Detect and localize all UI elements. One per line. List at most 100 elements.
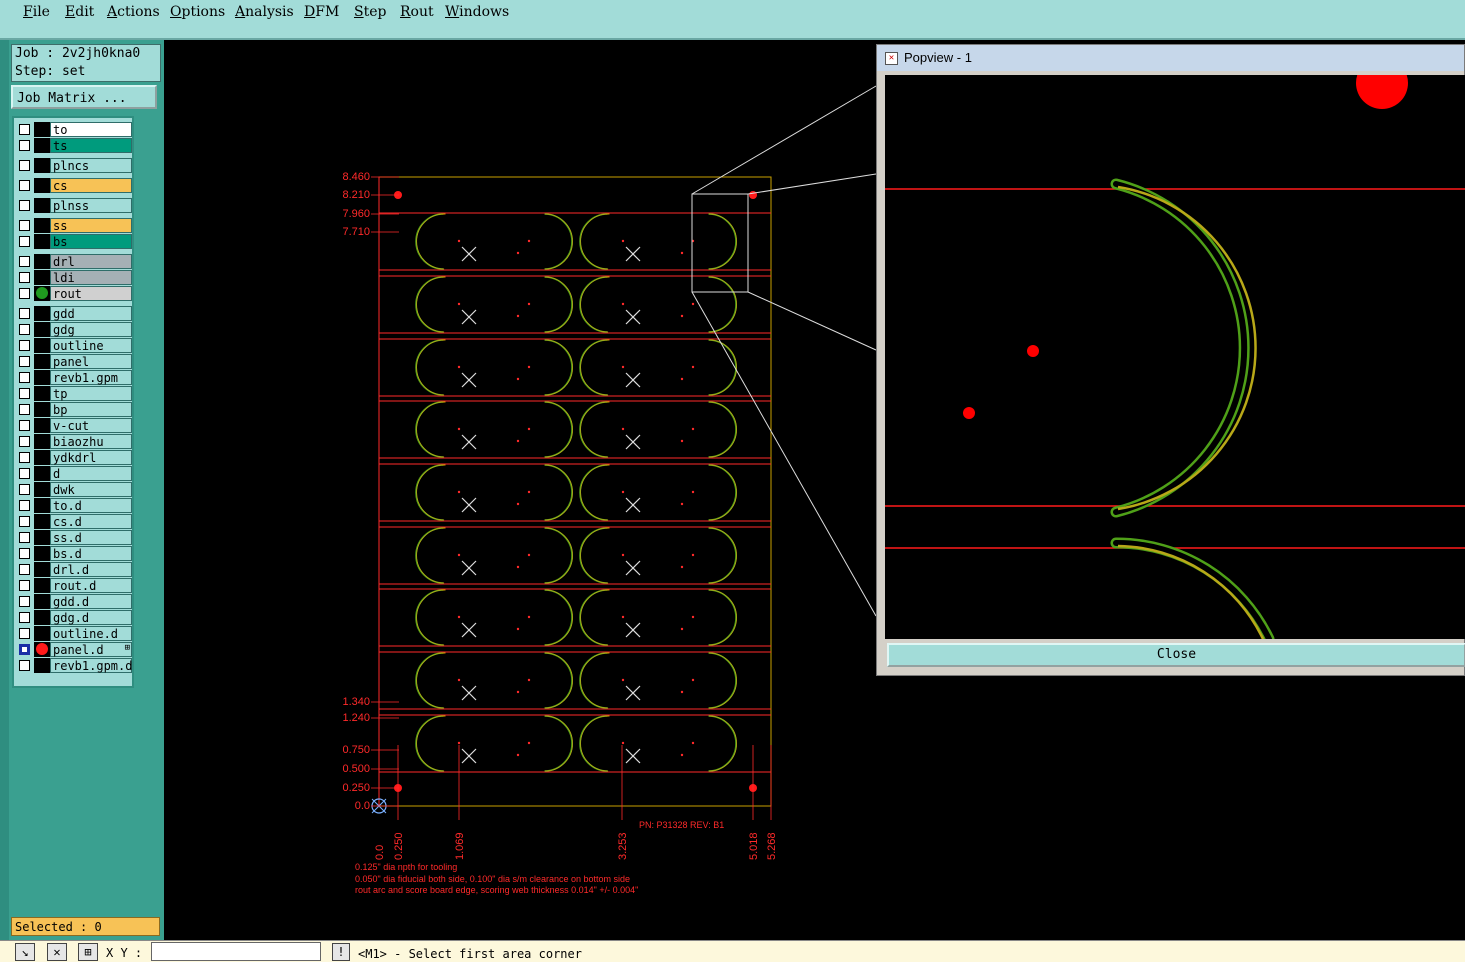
layer-checkbox[interactable] xyxy=(19,420,30,431)
layer-name[interactable]: to xyxy=(50,122,132,137)
layer-color-swatch[interactable] xyxy=(34,286,50,301)
layer-row-revb1-gpm-d[interactable]: revb1.gpm.d xyxy=(16,658,132,673)
layer-name[interactable]: revb1.gpm xyxy=(50,370,132,385)
layer-checkbox[interactable] xyxy=(19,580,30,591)
layer-row-to[interactable]: to xyxy=(16,122,132,137)
layer-row-ts[interactable]: ts xyxy=(16,138,132,153)
layer-color-swatch[interactable] xyxy=(34,254,50,269)
layer-name[interactable]: gdd.d xyxy=(50,594,132,609)
layer-row-d[interactable]: d xyxy=(16,466,132,481)
layer-row-outline[interactable]: outline xyxy=(16,338,132,353)
layer-row-bs-d[interactable]: bs.d xyxy=(16,546,132,561)
menu-step[interactable]: Step xyxy=(354,4,386,20)
select-arrow-icon[interactable]: ↘ xyxy=(15,943,35,961)
layer-name[interactable]: tp xyxy=(50,386,132,401)
layer-color-swatch[interactable] xyxy=(34,626,50,641)
layer-color-swatch[interactable] xyxy=(34,546,50,561)
layer-name[interactable]: rout.d xyxy=(50,578,132,593)
layer-color-swatch[interactable] xyxy=(34,562,50,577)
layer-color-swatch[interactable] xyxy=(34,530,50,545)
layer-checkbox[interactable] xyxy=(19,200,30,211)
layer-checkbox[interactable] xyxy=(19,644,30,655)
layer-color-swatch[interactable] xyxy=(34,158,50,173)
layer-checkbox[interactable] xyxy=(19,340,30,351)
layer-checkbox[interactable] xyxy=(19,372,30,383)
layer-checkbox[interactable] xyxy=(19,272,30,283)
layer-row-bp[interactable]: bp xyxy=(16,402,132,417)
layer-checkbox[interactable] xyxy=(19,436,30,447)
layer-checkbox[interactable] xyxy=(19,404,30,415)
layer-row-plnss[interactable]: plnss xyxy=(16,198,132,213)
layer-name[interactable]: gdg.d xyxy=(50,610,132,625)
layer-name[interactable]: drl xyxy=(50,254,132,269)
layer-color-swatch[interactable] xyxy=(34,386,50,401)
layer-name[interactable]: cs xyxy=(50,178,132,193)
layer-color-swatch[interactable] xyxy=(34,434,50,449)
layer-name[interactable]: rout xyxy=(50,286,132,301)
layer-name[interactable]: bs.d xyxy=(50,546,132,561)
job-matrix-button[interactable]: Job Matrix ... xyxy=(11,85,157,109)
layer-checkbox[interactable] xyxy=(19,308,30,319)
layer-color-swatch[interactable] xyxy=(34,578,50,593)
layer-row-revb1-gpm[interactable]: revb1.gpm xyxy=(16,370,132,385)
layer-checkbox[interactable] xyxy=(19,140,30,151)
alert-icon[interactable]: ! xyxy=(332,943,350,961)
layer-checkbox[interactable] xyxy=(19,236,30,247)
layer-name[interactable]: panel xyxy=(50,354,132,369)
menu-windows[interactable]: Windows xyxy=(445,4,509,20)
layer-row-v-cut[interactable]: v-cut xyxy=(16,418,132,433)
layer-name[interactable]: gdg xyxy=(50,322,132,337)
layer-row-rout-d[interactable]: rout.d xyxy=(16,578,132,593)
layer-row-cs-d[interactable]: cs.d xyxy=(16,514,132,529)
layer-row-tp[interactable]: tp xyxy=(16,386,132,401)
layer-row-cs[interactable]: cs xyxy=(16,178,132,193)
menu-edit[interactable]: Edit xyxy=(65,4,94,20)
layer-color-swatch[interactable] xyxy=(34,642,50,657)
grid-icon[interactable]: ⊞ xyxy=(78,943,98,961)
layer-name[interactable]: bp xyxy=(50,402,132,417)
popview-window[interactable]: ✕ Popview - 1 Close xyxy=(876,44,1465,676)
layer-color-swatch[interactable] xyxy=(34,322,50,337)
layer-row-to-d[interactable]: to.d xyxy=(16,498,132,513)
menu-dfm[interactable]: DFM xyxy=(304,4,339,20)
layer-color-swatch[interactable] xyxy=(34,234,50,249)
layer-checkbox[interactable] xyxy=(19,548,30,559)
menu-analysis[interactable]: Analysis xyxy=(235,4,294,20)
layer-name[interactable]: to.d xyxy=(50,498,132,513)
layer-checkbox[interactable] xyxy=(19,660,30,671)
menu-rout[interactable]: Rout xyxy=(400,4,434,20)
layer-expand-icon[interactable]: ⊞ xyxy=(125,643,130,653)
layer-name[interactable]: plnss xyxy=(50,198,132,213)
layer-row-ss-d[interactable]: ss.d xyxy=(16,530,132,545)
layer-name[interactable]: bs xyxy=(50,234,132,249)
layer-color-swatch[interactable] xyxy=(34,306,50,321)
layer-checkbox[interactable] xyxy=(19,452,30,463)
xy-input[interactable] xyxy=(151,942,321,961)
layer-color-swatch[interactable] xyxy=(34,354,50,369)
layer-color-swatch[interactable] xyxy=(34,482,50,497)
close-button[interactable]: Close xyxy=(887,643,1465,667)
layer-color-swatch[interactable] xyxy=(34,498,50,513)
layer-checkbox[interactable] xyxy=(19,612,30,623)
layer-checkbox[interactable] xyxy=(19,596,30,607)
layer-name[interactable]: ldi xyxy=(50,270,132,285)
layer-row-gdg-d[interactable]: gdg.d xyxy=(16,610,132,625)
layer-row-biaozhu[interactable]: biaozhu xyxy=(16,434,132,449)
layer-row-ss[interactable]: ss xyxy=(16,218,132,233)
layer-row-drl[interactable]: drl xyxy=(16,254,132,269)
layer-checkbox[interactable] xyxy=(19,564,30,575)
layer-color-swatch[interactable] xyxy=(34,270,50,285)
layer-name[interactable]: ts xyxy=(50,138,132,153)
layer-row-gdg[interactable]: gdg xyxy=(16,322,132,337)
layer-color-swatch[interactable] xyxy=(34,450,50,465)
layer-name[interactable]: d xyxy=(50,466,132,481)
layer-checkbox[interactable] xyxy=(19,484,30,495)
menu-options[interactable]: Options xyxy=(170,4,225,20)
layer-color-swatch[interactable] xyxy=(34,466,50,481)
layer-color-swatch[interactable] xyxy=(34,514,50,529)
layer-checkbox[interactable] xyxy=(19,180,30,191)
layer-color-swatch[interactable] xyxy=(34,198,50,213)
layer-row-ydkdrl[interactable]: ydkdrl xyxy=(16,450,132,465)
menu-actions[interactable]: Actions xyxy=(107,4,160,20)
layer-color-swatch[interactable] xyxy=(34,418,50,433)
